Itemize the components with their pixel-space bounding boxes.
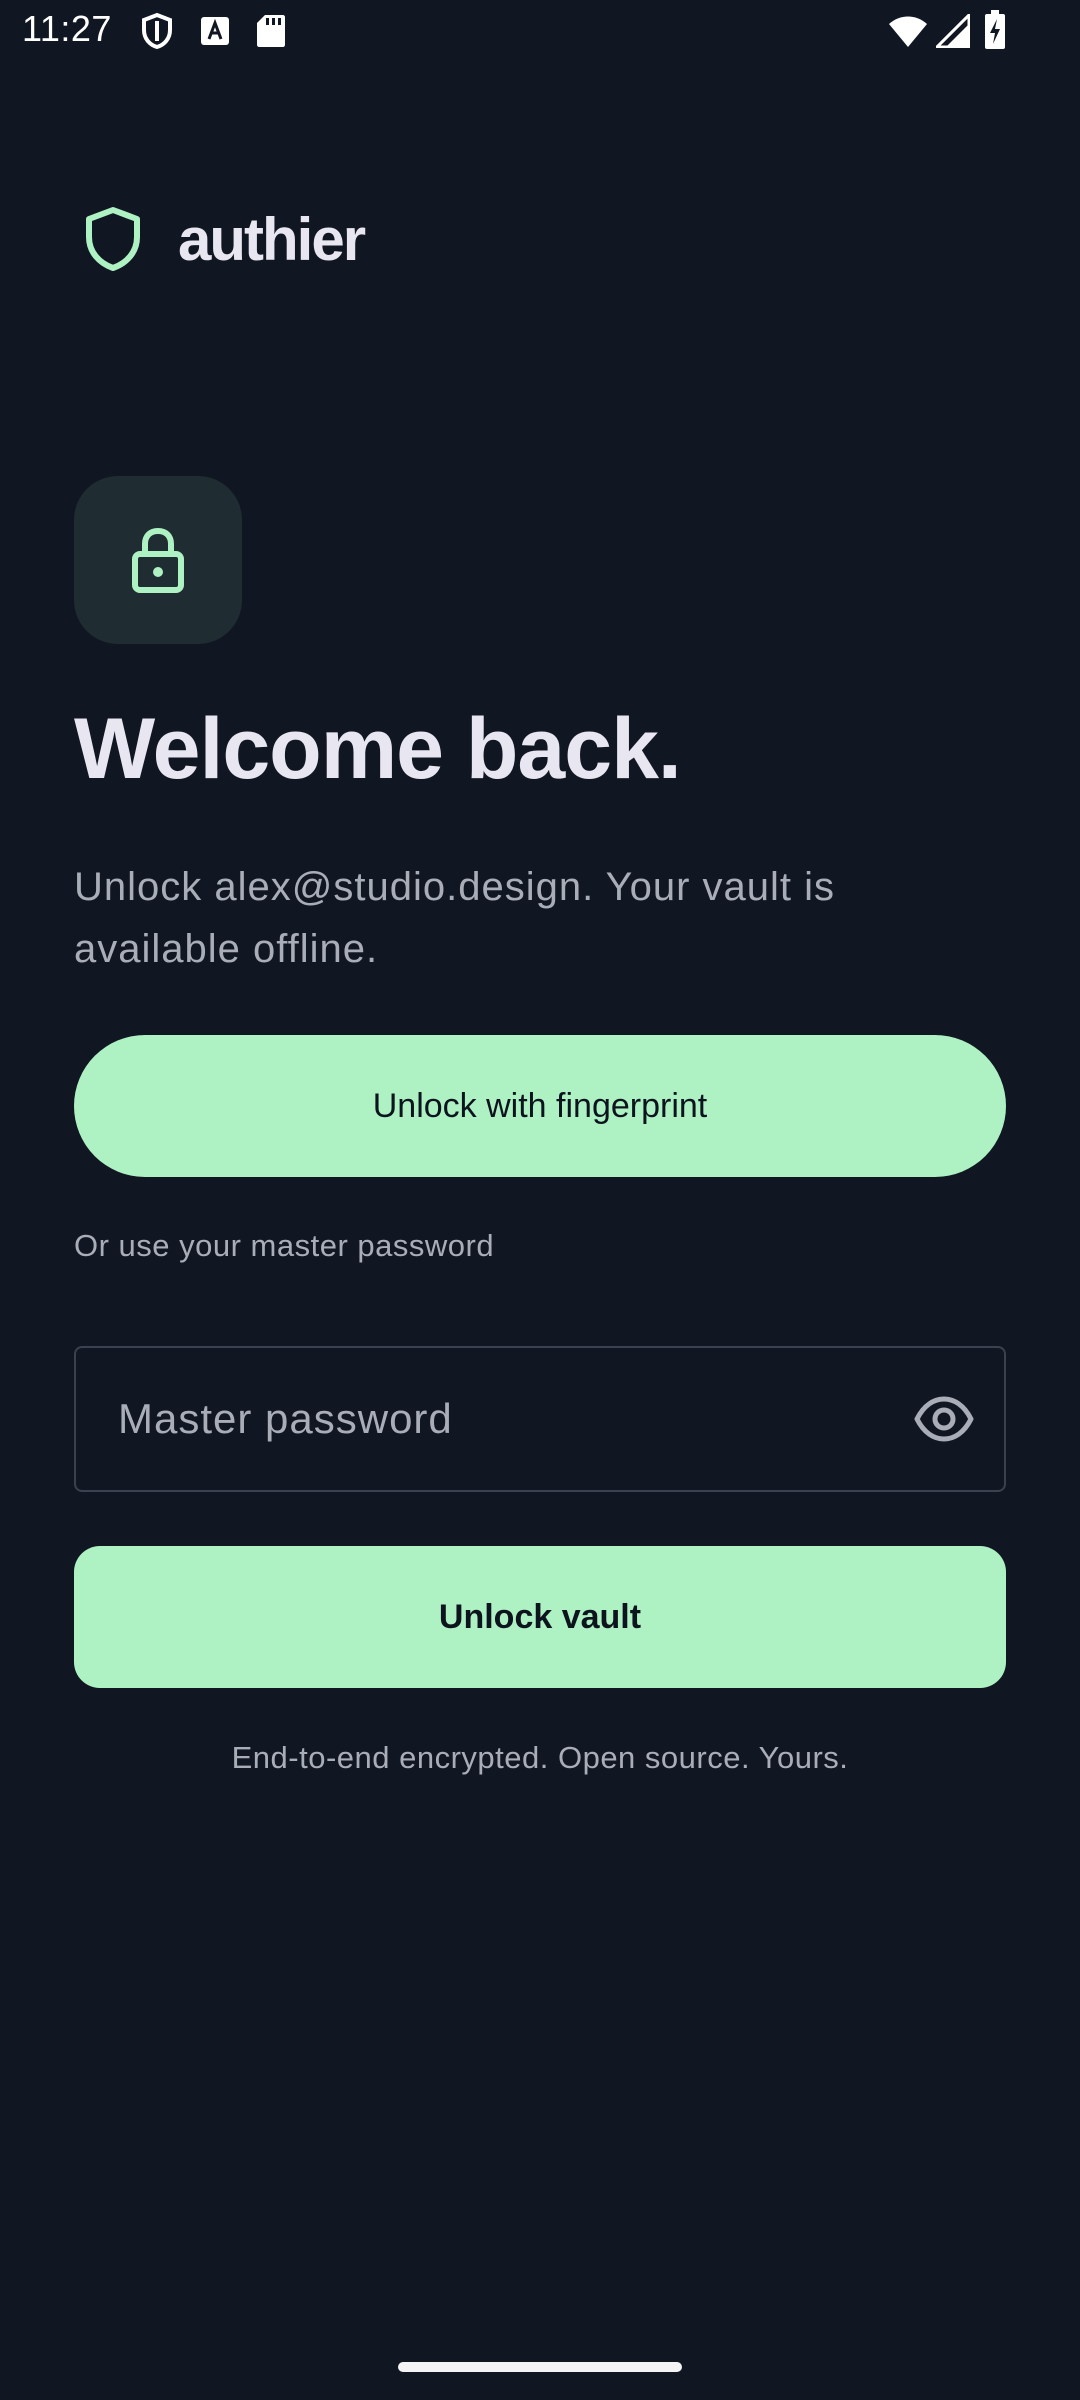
status-time: 11:27 xyxy=(22,8,112,49)
unlock-fingerprint-button[interactable]: Unlock with fingerprint xyxy=(74,1035,1006,1177)
unlock-screen: 11:27 authier Welcome back. Unlock alex@… xyxy=(0,0,1080,2400)
page-title: Welcome back. xyxy=(74,701,682,797)
brand-header: authier xyxy=(84,204,366,274)
font-a-icon xyxy=(201,17,229,45)
shield-outline-icon xyxy=(142,12,172,50)
home-indicator[interactable] xyxy=(398,2362,682,2372)
or-master-password-text: Or use your master password xyxy=(74,1228,495,1263)
unlock-vault-button[interactable]: Unlock vault xyxy=(74,1546,1006,1688)
battery-charging-icon xyxy=(985,10,1005,49)
eye-icon[interactable] xyxy=(914,1394,974,1444)
page-subtitle: Unlock alex@studio.design. Your vault is… xyxy=(74,865,836,971)
status-bar: 11:27 xyxy=(0,0,1080,64)
sd-card-icon xyxy=(257,15,285,47)
master-password-field xyxy=(74,1346,1006,1492)
unlock-vault-label: Unlock vault xyxy=(438,1597,642,1636)
lock-icon xyxy=(132,527,184,593)
shield-icon xyxy=(86,207,140,271)
brand-name: authier xyxy=(178,205,366,273)
lock-tile xyxy=(74,476,242,644)
footer-note: End-to-end encrypted. Open source. Yours… xyxy=(231,1740,849,1775)
unlock-fingerprint-label: Unlock with fingerprint xyxy=(372,1086,708,1125)
wifi-icon xyxy=(889,16,927,47)
master-password-input[interactable] xyxy=(118,1348,878,1490)
cellular-signal-icon xyxy=(936,14,970,48)
